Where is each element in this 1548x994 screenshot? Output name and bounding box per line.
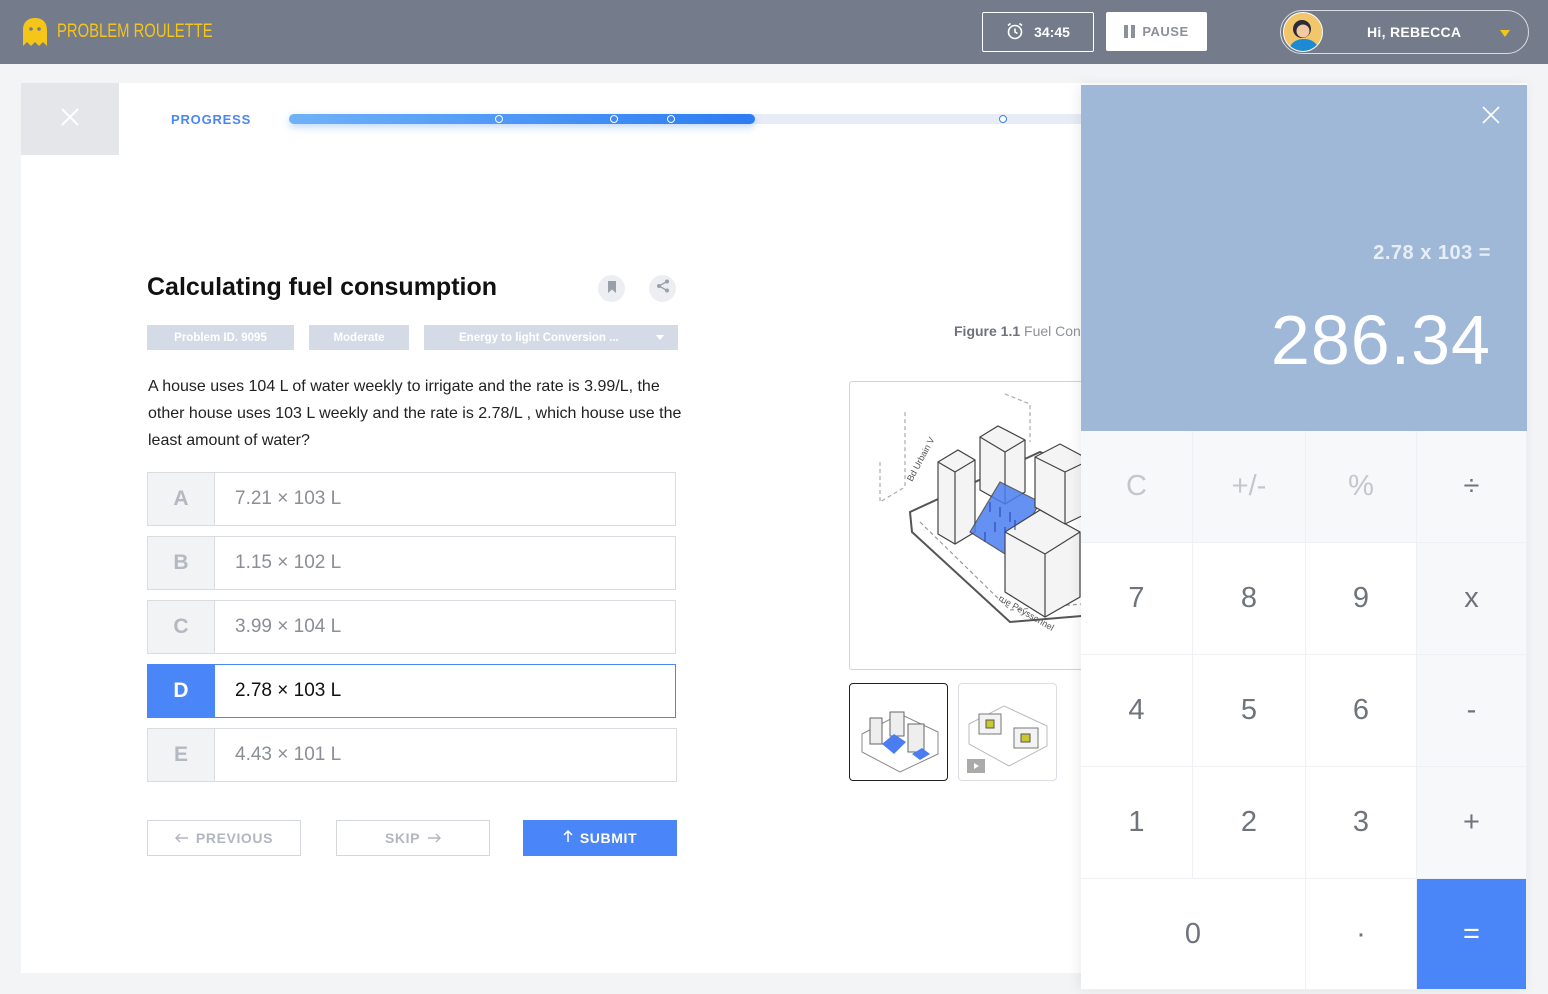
digit-9-key[interactable]: 9 — [1306, 543, 1417, 655]
digit-4-key[interactable]: 4 — [1081, 655, 1193, 767]
skip-button[interactable]: SKIP — [336, 820, 490, 856]
choice-letter: E — [148, 729, 215, 781]
figure-caption-text: Fuel Con — [1024, 323, 1081, 339]
app-logo[interactable]: Problem Roulette — [22, 17, 257, 47]
progress-marker[interactable] — [667, 115, 675, 123]
submit-button[interactable]: SUBMIT — [523, 820, 677, 856]
choice-letter: D — [148, 665, 215, 717]
ghost-logo-icon — [22, 17, 48, 47]
figure-thumbnail[interactable] — [958, 683, 1057, 781]
difficulty-tag: Moderate — [309, 325, 409, 350]
percent-key[interactable]: % — [1306, 431, 1417, 543]
decimal-key[interactable]: · — [1306, 879, 1417, 990]
calculator-panel: 2.78 x 103 = 286.34 C +/- % ÷ 7 8 9 x 4 … — [1081, 85, 1527, 990]
digit-0-key[interactable]: 0 — [1081, 879, 1306, 990]
skip-label: SKIP — [384, 830, 421, 846]
plus-key[interactable]: + — [1417, 767, 1527, 879]
pause-button[interactable]: PAUSE — [1106, 12, 1207, 51]
arrow-right-icon — [427, 830, 442, 846]
street-label: Bd Urbain V — [905, 435, 937, 483]
share-icon — [656, 279, 670, 298]
calculator-result: 286.34 — [1270, 301, 1491, 379]
divide-key[interactable]: ÷ — [1417, 431, 1527, 543]
arrow-left-icon — [174, 830, 189, 846]
calculator-display: 2.78 x 103 = 286.34 — [1081, 85, 1527, 431]
submit-label: SUBMIT — [579, 830, 638, 846]
digit-8-key[interactable]: 8 — [1193, 543, 1306, 655]
timer-value: 34:45 — [1034, 24, 1070, 40]
exit-button[interactable] — [21, 83, 119, 155]
choice-text: 4.43 × 101 L — [235, 744, 342, 765]
answer-choice-e[interactable]: E 4.43 × 101 L — [147, 728, 677, 782]
top-bar: Problem Roulette 34:45 PAUSE Hi, REBECCA — [0, 0, 1548, 64]
figure-caption: Figure 1.1 Fuel Con — [954, 323, 1081, 339]
digit-1-key[interactable]: 1 — [1081, 767, 1193, 879]
app-name: Problem Roulette — [57, 21, 213, 42]
timer-button[interactable]: 34:45 — [982, 12, 1094, 52]
progress-fill — [289, 114, 756, 124]
answer-choice-b[interactable]: B 1.15 × 102 L — [147, 536, 676, 590]
question-title: Calculating fuel consumption — [147, 273, 498, 301]
choice-text: 3.99 × 104 L — [235, 616, 342, 637]
choice-letter: B — [148, 537, 215, 589]
progress-label: PROGRESS — [171, 112, 252, 127]
previous-label: PREVIOUS — [195, 830, 274, 846]
topic-dropdown[interactable]: Energy to light Conversion ... — [424, 325, 678, 350]
video-icon — [967, 759, 985, 778]
clear-key[interactable]: C — [1081, 431, 1193, 543]
digit-6-key[interactable]: 6 — [1306, 655, 1417, 767]
user-greeting: Hi, REBECCA — [1367, 24, 1462, 40]
problem-id-tag: Problem ID. 9095 — [147, 325, 294, 350]
digit-2-key[interactable]: 2 — [1193, 767, 1306, 879]
arrow-up-icon — [563, 829, 573, 846]
alarm-clock-icon — [1006, 22, 1024, 43]
avatar — [1283, 12, 1323, 52]
close-icon — [60, 107, 80, 132]
calculator-expression: 2.78 x 103 = — [1373, 242, 1491, 264]
multiply-key[interactable]: x — [1417, 543, 1527, 655]
sign-key[interactable]: +/- — [1193, 431, 1306, 543]
share-button[interactable] — [649, 275, 676, 302]
equals-key[interactable]: = — [1417, 879, 1527, 990]
question-text: A house uses 104 L of water weekly to ir… — [148, 378, 682, 449]
progress-marker[interactable] — [495, 115, 503, 123]
previous-button[interactable]: PREVIOUS — [147, 820, 301, 856]
close-icon[interactable] — [1481, 105, 1501, 125]
bookmark-icon — [607, 280, 617, 298]
digit-3-key[interactable]: 3 — [1306, 767, 1417, 879]
choice-text: 1.15 × 102 L — [235, 552, 342, 573]
progress-marker[interactable] — [999, 115, 1007, 123]
choice-text: 7.21 × 103 L — [235, 488, 342, 509]
figure-thumbnail[interactable] — [849, 683, 948, 781]
choice-letter: C — [148, 601, 215, 653]
bookmark-button[interactable] — [598, 275, 625, 302]
user-menu[interactable]: Hi, REBECCA — [1280, 10, 1529, 54]
choice-text: 2.78 × 103 L — [235, 680, 342, 701]
progress-marker[interactable] — [610, 115, 618, 123]
figure-label: Figure 1.1 — [954, 323, 1021, 339]
answer-choice-d[interactable]: D 2.78 × 103 L — [147, 664, 676, 718]
digit-7-key[interactable]: 7 — [1081, 543, 1193, 655]
pause-icon — [1124, 25, 1136, 38]
answer-choice-a[interactable]: A 7.21 × 103 L — [147, 472, 676, 526]
chevron-down-icon — [1500, 30, 1510, 37]
calculator-keypad: C +/- % ÷ 7 8 9 x 4 5 6 - 1 2 3 + 0 · = — [1081, 431, 1527, 990]
question-tags: Problem ID. 9095 Moderate Energy to ligh… — [147, 325, 678, 350]
choice-letter: A — [148, 473, 215, 525]
minus-key[interactable]: - — [1417, 655, 1527, 767]
pause-label: PAUSE — [1142, 24, 1189, 39]
digit-5-key[interactable]: 5 — [1193, 655, 1306, 767]
answer-choice-c[interactable]: C 3.99 × 104 L — [147, 600, 676, 654]
